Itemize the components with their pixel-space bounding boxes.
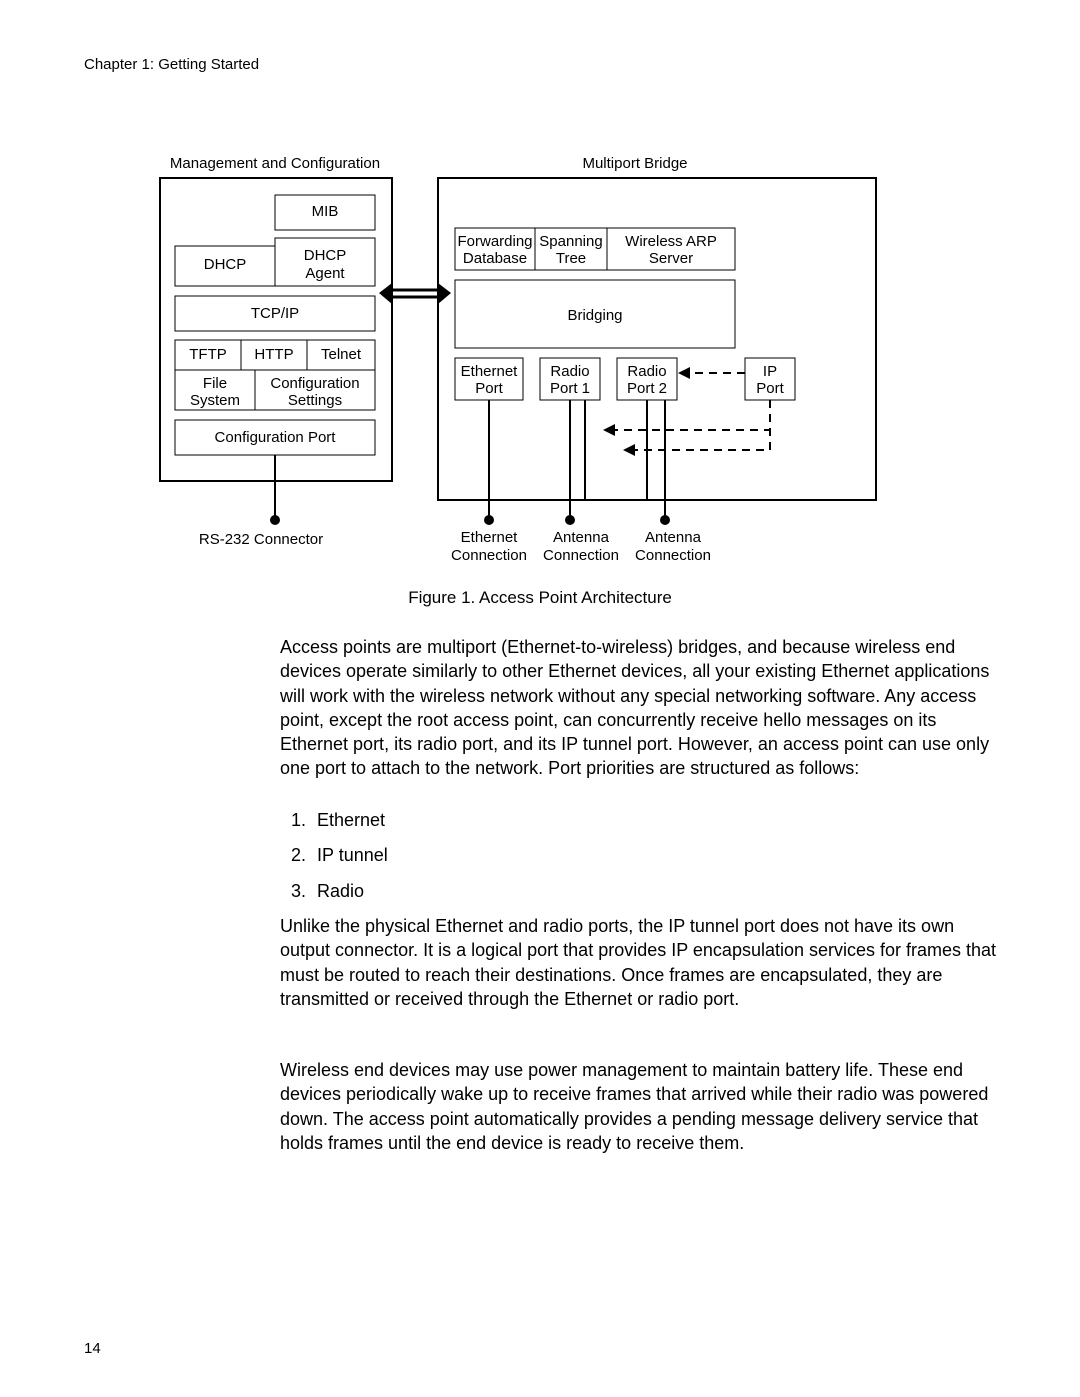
body-paragraph-2: Unlike the physical Ethernet and radio p… xyxy=(280,914,1000,1011)
dhcp-agent-label-2: Agent xyxy=(305,265,345,282)
antenna2-conn-dot-icon xyxy=(660,515,670,525)
antenna2-label-2: Connection xyxy=(635,547,711,564)
page-header-chapter: Chapter 1: Getting Started xyxy=(84,56,259,73)
diagram-title-left: Management and Configuration xyxy=(170,155,380,172)
diagram-title-right: Multiport Bridge xyxy=(582,155,687,172)
ip-to-ethernet-dashed-arrow-icon xyxy=(623,400,770,456)
forwarding-database-label-2: Database xyxy=(463,250,527,267)
wireless-arp-label-1: Wireless ARP xyxy=(625,233,717,250)
ip-to-radio2-dashed-arrow-icon xyxy=(678,367,745,379)
mib-label: MIB xyxy=(312,203,339,220)
body-paragraph-3: Wireless end devices may use power manag… xyxy=(280,1058,1000,1155)
radio-port-2-label-2: Port 2 xyxy=(627,380,667,397)
ethernet-conn-dot-icon xyxy=(484,515,494,525)
page-number: 14 xyxy=(84,1340,101,1357)
antenna2-label-1: Antenna xyxy=(645,529,702,546)
ip-port-label-1: IP xyxy=(763,363,777,380)
rs232-label: RS-232 Connector xyxy=(199,531,323,548)
antenna1-conn-dot-icon xyxy=(565,515,575,525)
radio-port-2-label-1: Radio xyxy=(627,363,666,380)
list-item-number: 2. xyxy=(280,843,306,867)
list-item-number: 3. xyxy=(280,879,306,903)
antenna1-label-1: Antenna xyxy=(553,529,610,546)
telnet-label: Telnet xyxy=(321,346,362,363)
figure-caption: Figure 1. Access Point Architecture xyxy=(0,588,1080,608)
radio-port-1-label-1: Radio xyxy=(550,363,589,380)
config-settings-label-1: Configuration xyxy=(270,375,359,392)
http-label: HTTP xyxy=(254,346,293,363)
ip-to-radio1-dashed-arrow-icon xyxy=(603,400,770,436)
ethernet-conn-label-1: Ethernet xyxy=(461,529,519,546)
dhcp-label: DHCP xyxy=(204,256,247,273)
radio-port-1-label-2: Port 1 xyxy=(550,380,590,397)
wireless-arp-label-2: Server xyxy=(649,250,693,267)
forwarding-database-label-1: Forwarding xyxy=(457,233,532,250)
rs232-connector-dot-icon xyxy=(270,515,280,525)
ethernet-port-label-1: Ethernet xyxy=(461,363,519,380)
figure-access-point-architecture: Management and Configuration Multiport B… xyxy=(155,150,881,570)
body-paragraph-1: Access points are multiport (Ethernet-to… xyxy=(280,635,1000,781)
list-item-number: 1. xyxy=(280,808,306,832)
tcpip-label: TCP/IP xyxy=(251,305,299,322)
multiport-bridge-panel xyxy=(438,178,876,500)
spanning-tree-label-1: Spanning xyxy=(539,233,602,250)
file-system-label-2: System xyxy=(190,392,240,409)
ip-port-label-2: Port xyxy=(756,380,784,397)
file-system-label-1: File xyxy=(203,375,227,392)
dhcp-agent-label-1: DHCP xyxy=(304,247,347,264)
port-priority-list: 1. Ethernet 2. IP tunnel 3. Radio xyxy=(280,808,1000,914)
page: Chapter 1: Getting Started Management an… xyxy=(0,0,1080,1397)
configuration-port-label: Configuration Port xyxy=(215,429,337,446)
list-item: 2. IP tunnel xyxy=(280,843,1000,867)
panel-link-arrow-icon xyxy=(379,283,451,304)
spanning-tree-label-2: Tree xyxy=(556,250,586,267)
ethernet-port-label-2: Port xyxy=(475,380,503,397)
tftp-label: TFTP xyxy=(189,346,227,363)
config-settings-label-2: Settings xyxy=(288,392,342,409)
list-item: 1. Ethernet xyxy=(280,808,1000,832)
list-item-text: Radio xyxy=(317,881,364,901)
bridging-label: Bridging xyxy=(567,307,622,324)
list-item-text: IP tunnel xyxy=(317,845,388,865)
list-item-text: Ethernet xyxy=(317,810,385,830)
ethernet-conn-label-2: Connection xyxy=(451,547,527,564)
list-item: 3. Radio xyxy=(280,879,1000,903)
antenna1-label-2: Connection xyxy=(543,547,619,564)
